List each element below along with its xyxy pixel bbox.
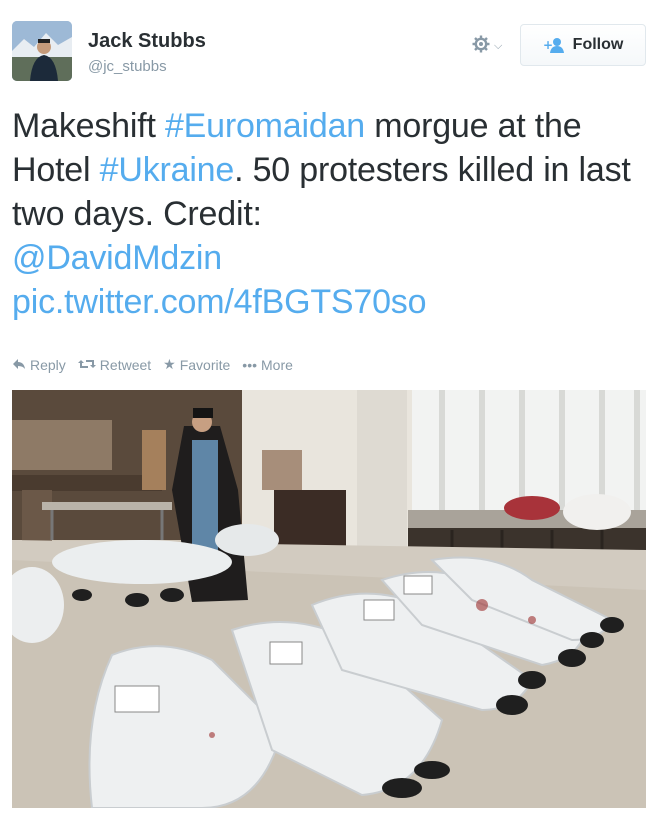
follow-label: Follow (572, 36, 624, 53)
hashtag-link[interactable]: #Euromaidan (165, 107, 365, 145)
chevron-down-icon: ⌵ (494, 39, 503, 52)
more-button[interactable]: ••• More (242, 356, 293, 373)
follow-button[interactable]: + Follow (520, 24, 646, 66)
hashtag-link[interactable]: #Ukraine (100, 151, 235, 189)
tweet-text: Makeshift #Euromaidan morgue at the Hote… (12, 104, 652, 324)
favorite-button[interactable]: ★ Favorite (163, 356, 230, 373)
display-name[interactable]: Jack Stubbs (88, 30, 206, 53)
tweet-text-part: Makeshift (12, 107, 165, 145)
retweet-button[interactable]: Retweet (77, 356, 152, 373)
gear-menu-button[interactable]: ⌵ (472, 34, 512, 58)
favorite-label: Favorite (179, 356, 231, 373)
reply-icon (12, 357, 26, 373)
tweet-actions: Reply Retweet ★ Favorite ••• More (12, 356, 293, 373)
mention-link[interactable]: @DavidMdzin (12, 239, 222, 277)
reply-button[interactable]: Reply (12, 356, 66, 373)
retweet-icon (77, 357, 96, 373)
avatar[interactable] (12, 21, 72, 81)
gear-icon (472, 35, 490, 58)
add-user-icon: + (543, 37, 565, 53)
retweet-label: Retweet (99, 356, 152, 373)
media-link[interactable]: pic.twitter.com/4fBGTS70so (12, 283, 426, 321)
screen-name[interactable]: @jc_stubbs (88, 58, 167, 75)
tweet-photo[interactable] (12, 390, 646, 808)
more-label: More (261, 356, 293, 373)
star-icon: ★ (163, 356, 176, 372)
reply-label: Reply (30, 356, 66, 373)
more-icon: ••• (242, 356, 258, 373)
